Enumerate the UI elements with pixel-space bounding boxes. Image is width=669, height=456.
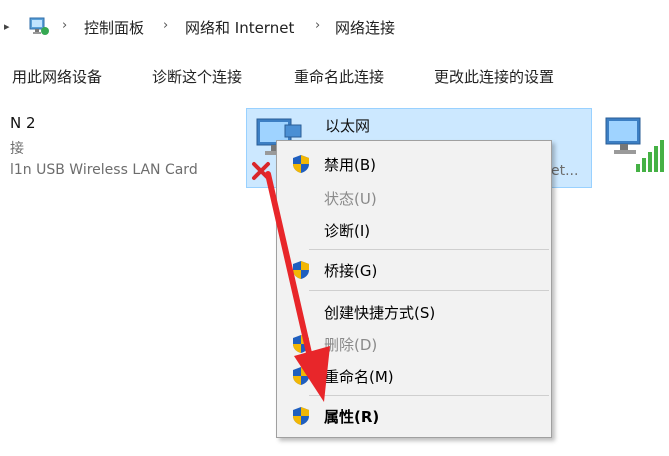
breadcrumb-separator-icon: › <box>163 18 169 33</box>
nav-caret-icon[interactable]: ▸ <box>4 20 10 33</box>
breadcrumb-separator-icon: › <box>315 18 321 33</box>
breadcrumb-network-internet[interactable]: 网络和 Internet <box>185 17 294 38</box>
breadcrumb-network-connections[interactable]: 网络连接 <box>335 17 395 38</box>
adapter-name: N 2 <box>10 114 36 132</box>
disable-device-command[interactable]: 用此网络设备 <box>12 66 102 87</box>
network-connections-icon <box>29 17 49 35</box>
rename-connection-command[interactable]: 重命名此连接 <box>294 66 384 87</box>
breadcrumb-control-panel[interactable]: 控制面板 <box>84 17 144 38</box>
adapter-wireless[interactable]: N 2 接 l1n USB Wireless LAN Card <box>0 108 240 188</box>
command-bar: 用此网络设备 诊断这个连接 重命名此连接 更改此连接的设置 <box>0 52 669 98</box>
adapter-device: l1n USB Wireless LAN Card <box>10 162 198 178</box>
adapter-connected-icon[interactable] <box>602 114 666 176</box>
adapter-name: 以太网 <box>325 117 371 135</box>
adapter-status: 接 <box>10 141 24 157</box>
breadcrumb-separator-icon: › <box>62 18 68 33</box>
change-settings-command[interactable]: 更改此连接的设置 <box>434 66 554 87</box>
address-bar[interactable]: ▸ › 控制面板 › 网络和 Internet › 网络连接 <box>0 0 669 53</box>
diagnose-connection-command[interactable]: 诊断这个连接 <box>152 66 242 87</box>
annotation-arrow-icon <box>265 171 330 402</box>
adapter-device: et... <box>551 163 579 179</box>
